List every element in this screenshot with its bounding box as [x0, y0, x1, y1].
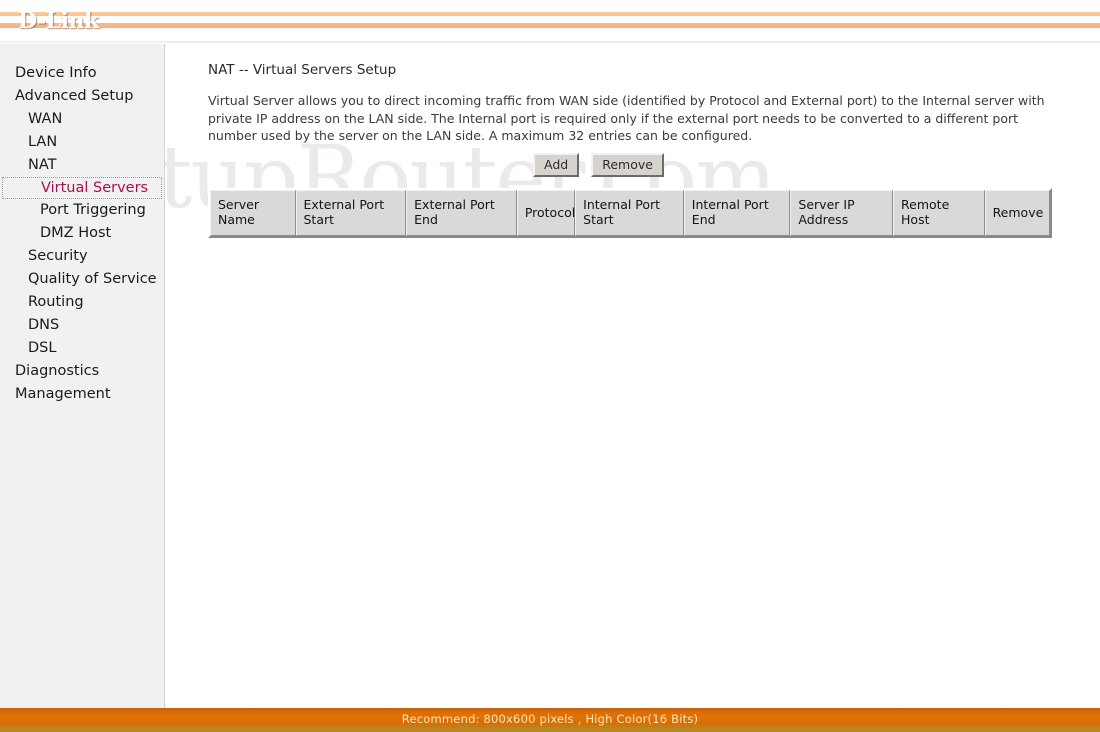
virtual-servers-table: Server Name External Port Start External P…	[208, 188, 1052, 238]
sidebar-item-port-triggering[interactable]: Port Triggering	[0, 199, 164, 222]
column-header-external-port-start: External Port Start	[295, 190, 407, 236]
dlink-logo: D-Link	[18, 8, 99, 34]
header-stripe-lower	[0, 23, 1100, 28]
table-action-buttons: Add Remove	[533, 153, 664, 177]
sidebar-item-diagnostics[interactable]: Diagnostics	[0, 360, 164, 383]
sidebar-item-list: Device Info Advanced Setup WAN LAN NAT Virtua…	[0, 62, 164, 406]
sidebar-navigation: Device Info Advanced Setup WAN LAN NAT Virtua…	[0, 44, 165, 708]
page-header: D-Link	[0, 0, 1100, 41]
sidebar-item-management[interactable]: Management	[0, 383, 164, 406]
remove-button[interactable]: Remove	[591, 153, 664, 177]
column-header-remove: Remove	[984, 190, 1050, 236]
column-header-server-ip-address: Server IP Address	[790, 190, 894, 236]
main-content: NAT -- Virtual Servers Setup Virtual Ser…	[166, 44, 1100, 708]
router-admin-page: D-Link SetupRouter.com Device Info Advanc…	[0, 0, 1100, 732]
table-header-row: Server Name External Port Start External P…	[210, 190, 1050, 236]
sidebar-item-nat[interactable]: NAT	[0, 154, 164, 177]
sidebar-item-device-info[interactable]: Device Info	[0, 62, 164, 85]
sidebar-item-advanced-setup[interactable]: Advanced Setup	[0, 85, 164, 108]
page-description: Virtual Server allows you to direct inco…	[208, 93, 1045, 143]
column-header-internal-port-start: Internal Port Start	[575, 190, 684, 236]
column-header-remote-host: Remote Host	[893, 190, 985, 236]
page-title: NAT -- Virtual Servers Setup	[208, 62, 397, 78]
sidebar-item-dmz-host[interactable]: DMZ Host	[0, 222, 164, 245]
column-header-internal-port-end: Internal Port End	[683, 190, 791, 236]
sidebar-item-dns[interactable]: DNS	[0, 314, 164, 337]
page-footer: Recommend: 800x600 pixels , High Color(1…	[0, 708, 1100, 732]
add-button[interactable]: Add	[533, 153, 580, 177]
column-header-server-name: Server Name	[210, 190, 296, 236]
header-stripe-upper	[0, 12, 1100, 16]
sidebar-item-quality-of-service[interactable]: Quality of Service	[0, 268, 164, 291]
sidebar-item-wan[interactable]: WAN	[0, 108, 164, 131]
footer-recommendation-text: Recommend: 800x600 pixels , High Color(1…	[401, 712, 699, 726]
column-header-protocol: Protocol	[516, 190, 575, 236]
column-header-external-port-end: External Port End	[406, 190, 517, 236]
sidebar-item-security[interactable]: Security	[0, 245, 164, 268]
sidebar-item-lan[interactable]: LAN	[0, 131, 164, 154]
sidebar-item-dsl[interactable]: DSL	[0, 337, 164, 360]
sidebar-item-routing[interactable]: Routing	[0, 291, 164, 314]
sidebar-item-virtual-servers[interactable]: Virtual Servers	[2, 177, 162, 199]
